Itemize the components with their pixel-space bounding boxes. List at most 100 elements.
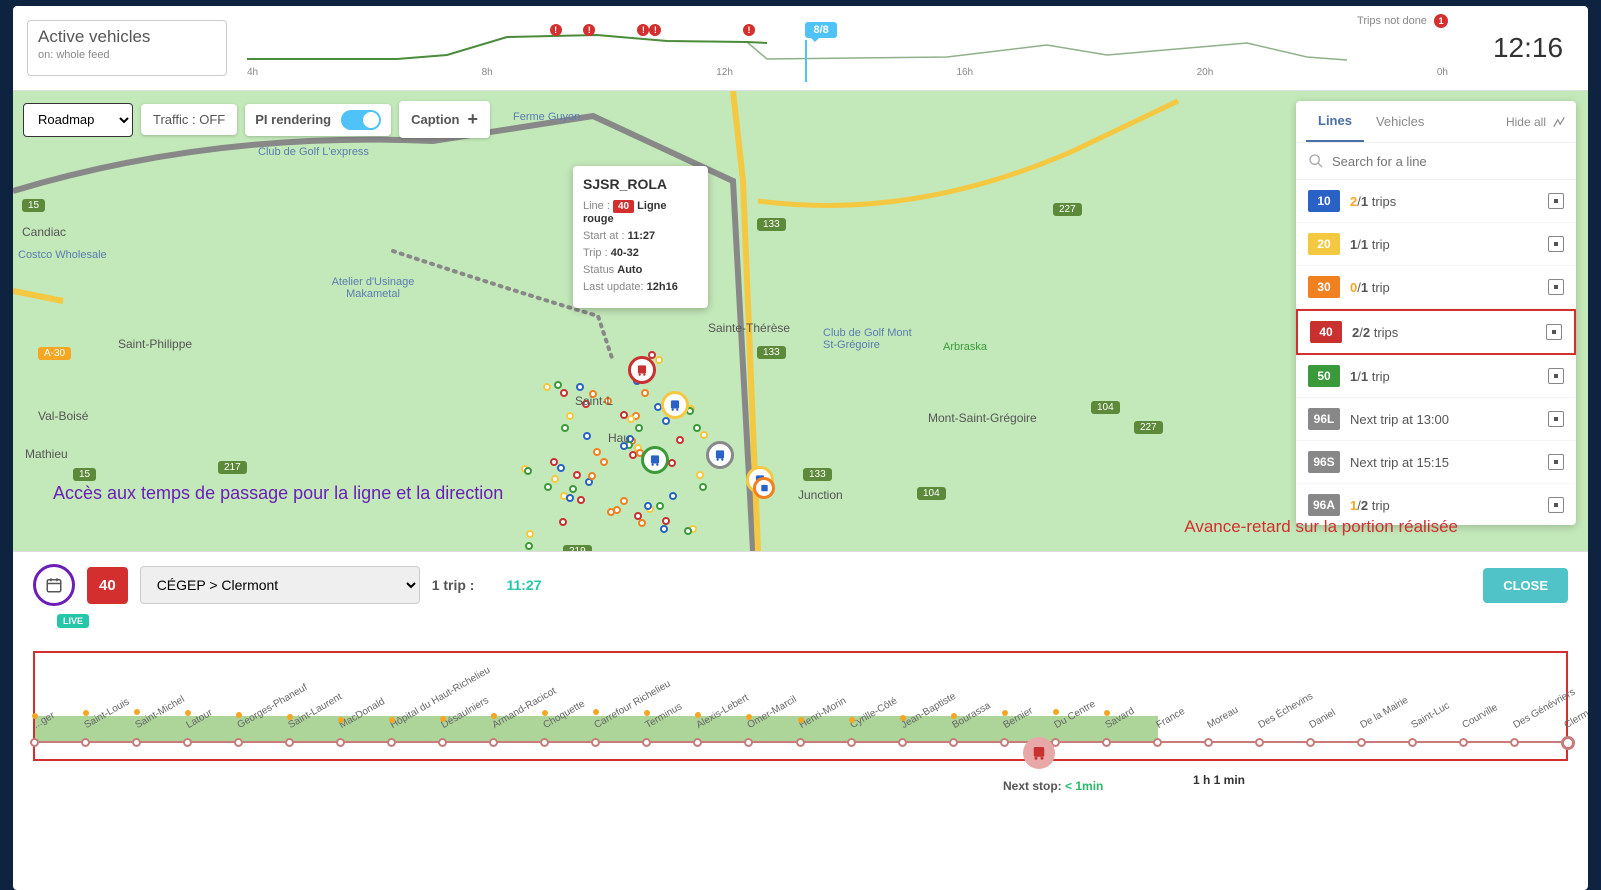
line-status: 2/1 trips xyxy=(1350,194,1538,209)
stop-dot[interactable] xyxy=(591,738,600,747)
line-row[interactable]: 96LNext trip at 13:00 xyxy=(1296,398,1576,441)
map-city-val-boise: Val-Boisé xyxy=(38,409,88,423)
stop-label: Courville xyxy=(1460,702,1499,731)
hide-all-button[interactable]: Hide all xyxy=(1506,115,1566,129)
schedule-dot xyxy=(134,709,140,715)
stop-dot[interactable] xyxy=(847,738,856,747)
stop-dot[interactable] xyxy=(898,738,907,747)
stop-dot[interactable] xyxy=(1357,738,1366,747)
stop-dot[interactable] xyxy=(1306,738,1315,747)
stop-dot[interactable] xyxy=(1459,738,1468,747)
focus-line-button[interactable] xyxy=(1548,193,1564,209)
stop-dot[interactable] xyxy=(1408,738,1417,747)
schedule-dot xyxy=(185,710,191,716)
bus-marker[interactable] xyxy=(753,477,775,499)
line-status: 1/2 trip xyxy=(1350,498,1538,513)
tab-vehicles[interactable]: Vehicles xyxy=(1364,102,1436,141)
direction-select[interactable]: CÉGEP > Clermont xyxy=(140,566,420,604)
stop-dot[interactable] xyxy=(642,738,651,747)
line-row[interactable]: 96SNext trip at 15:15 xyxy=(1296,441,1576,484)
stop-dot[interactable] xyxy=(30,738,39,747)
stop-label: Daniel xyxy=(1307,707,1337,731)
line-status: 1/1 trip xyxy=(1350,237,1538,252)
bus-position-marker xyxy=(1023,737,1055,769)
stop-dot[interactable] xyxy=(387,738,396,747)
stop-label: France xyxy=(1154,706,1186,731)
map-city-junction: Junction xyxy=(798,488,843,502)
focus-line-button[interactable] xyxy=(1548,411,1564,427)
line-number-badge: 96A xyxy=(1308,494,1340,516)
line-row[interactable]: 201/1 trip xyxy=(1296,223,1576,266)
bus-marker[interactable] xyxy=(706,441,734,469)
map[interactable]: Ferme Guyon Club de Golf L'express Candi… xyxy=(13,91,1588,551)
stop-dot[interactable] xyxy=(438,738,447,747)
stop-dot[interactable] xyxy=(1255,738,1264,747)
stop-dot[interactable] xyxy=(336,738,345,747)
close-button[interactable]: CLOSE xyxy=(1483,568,1568,603)
stop-dot[interactable] xyxy=(949,738,958,747)
stop-dot[interactable] xyxy=(1102,738,1111,747)
caption-button[interactable]: Caption+ xyxy=(399,101,490,138)
stop-dot[interactable] xyxy=(132,738,141,747)
bus-marker[interactable] xyxy=(641,446,669,474)
stop-dot[interactable] xyxy=(693,738,702,747)
stop-dot[interactable] xyxy=(1000,738,1009,747)
traffic-toggle[interactable]: Traffic : OFF xyxy=(141,104,237,135)
road-badge: 15 xyxy=(22,199,45,212)
schedule-dot xyxy=(338,717,344,723)
stop-dot[interactable] xyxy=(1561,736,1575,750)
stop-dot[interactable] xyxy=(489,738,498,747)
schedule-dot xyxy=(1002,710,1008,716)
pi-rendering-control: PI rendering xyxy=(245,104,391,136)
line-status: 2/2 trips xyxy=(1352,325,1536,340)
focus-line-button[interactable] xyxy=(1546,324,1562,340)
route-icon xyxy=(1552,115,1566,129)
bus-marker[interactable] xyxy=(661,391,689,419)
stop-label: Des Échevins xyxy=(1256,691,1314,731)
timeline-now-badge: 8/8 xyxy=(805,22,836,38)
trip-time[interactable]: 11:27 xyxy=(506,577,541,593)
calendar-button[interactable] xyxy=(33,564,75,606)
stop-dot[interactable] xyxy=(1204,738,1213,747)
top-bar: Active vehicles on: whole feed Trips not… xyxy=(13,6,1588,91)
line-badge: 40 xyxy=(87,567,128,604)
stop-dot[interactable] xyxy=(1153,738,1162,747)
map-poi-costco: Costco Wholesale xyxy=(18,249,107,261)
bus-marker[interactable] xyxy=(628,356,656,384)
line-list[interactable]: 102/1 trips201/1 trip300/1 trip402/2 tri… xyxy=(1296,180,1576,525)
schedule-dot xyxy=(951,713,957,719)
search-input[interactable] xyxy=(1332,154,1564,169)
line-status: 0/1 trip xyxy=(1350,280,1538,295)
stop-dot[interactable] xyxy=(285,738,294,747)
lines-sidebar: Lines Vehicles Hide all 102/1 trips201/1… xyxy=(1296,101,1576,525)
calendar-icon xyxy=(45,576,63,594)
focus-line-button[interactable] xyxy=(1548,454,1564,470)
stop-dot[interactable] xyxy=(540,738,549,747)
map-poi-arbraska: Arbraska xyxy=(943,341,987,353)
line-row[interactable]: 501/1 trip xyxy=(1296,355,1576,398)
focus-line-button[interactable] xyxy=(1548,236,1564,252)
focus-line-button[interactable] xyxy=(1548,279,1564,295)
schedule-dot xyxy=(644,710,650,716)
tab-lines[interactable]: Lines xyxy=(1306,101,1364,142)
schedule-dot xyxy=(1053,709,1059,715)
stop-dot[interactable] xyxy=(183,738,192,747)
focus-line-button[interactable] xyxy=(1548,497,1564,513)
schedule-dot xyxy=(849,717,855,723)
trip-count: 1 trip : xyxy=(432,577,475,593)
stop-dot[interactable] xyxy=(81,738,90,747)
stop-dot[interactable] xyxy=(744,738,753,747)
map-city-candiac: Candiac xyxy=(22,225,66,239)
focus-line-button[interactable] xyxy=(1548,368,1564,384)
timeline[interactable]: Trips not done 1 !!!!! 8/8 4h8h12h16h20h… xyxy=(227,6,1468,90)
line-row[interactable]: 300/1 trip xyxy=(1296,266,1576,309)
line-row[interactable]: 102/1 trips xyxy=(1296,180,1576,223)
line-row[interactable]: 402/2 trips xyxy=(1296,309,1576,355)
roadmap-select[interactable]: Roadmap xyxy=(23,103,133,137)
stop-dot[interactable] xyxy=(1510,738,1519,747)
road-badge: 217 xyxy=(218,461,247,474)
pi-rendering-toggle[interactable] xyxy=(341,110,381,130)
stop-dot[interactable] xyxy=(234,738,243,747)
popup-title: SJSR_ROLA xyxy=(583,176,698,192)
stop-dot[interactable] xyxy=(796,738,805,747)
